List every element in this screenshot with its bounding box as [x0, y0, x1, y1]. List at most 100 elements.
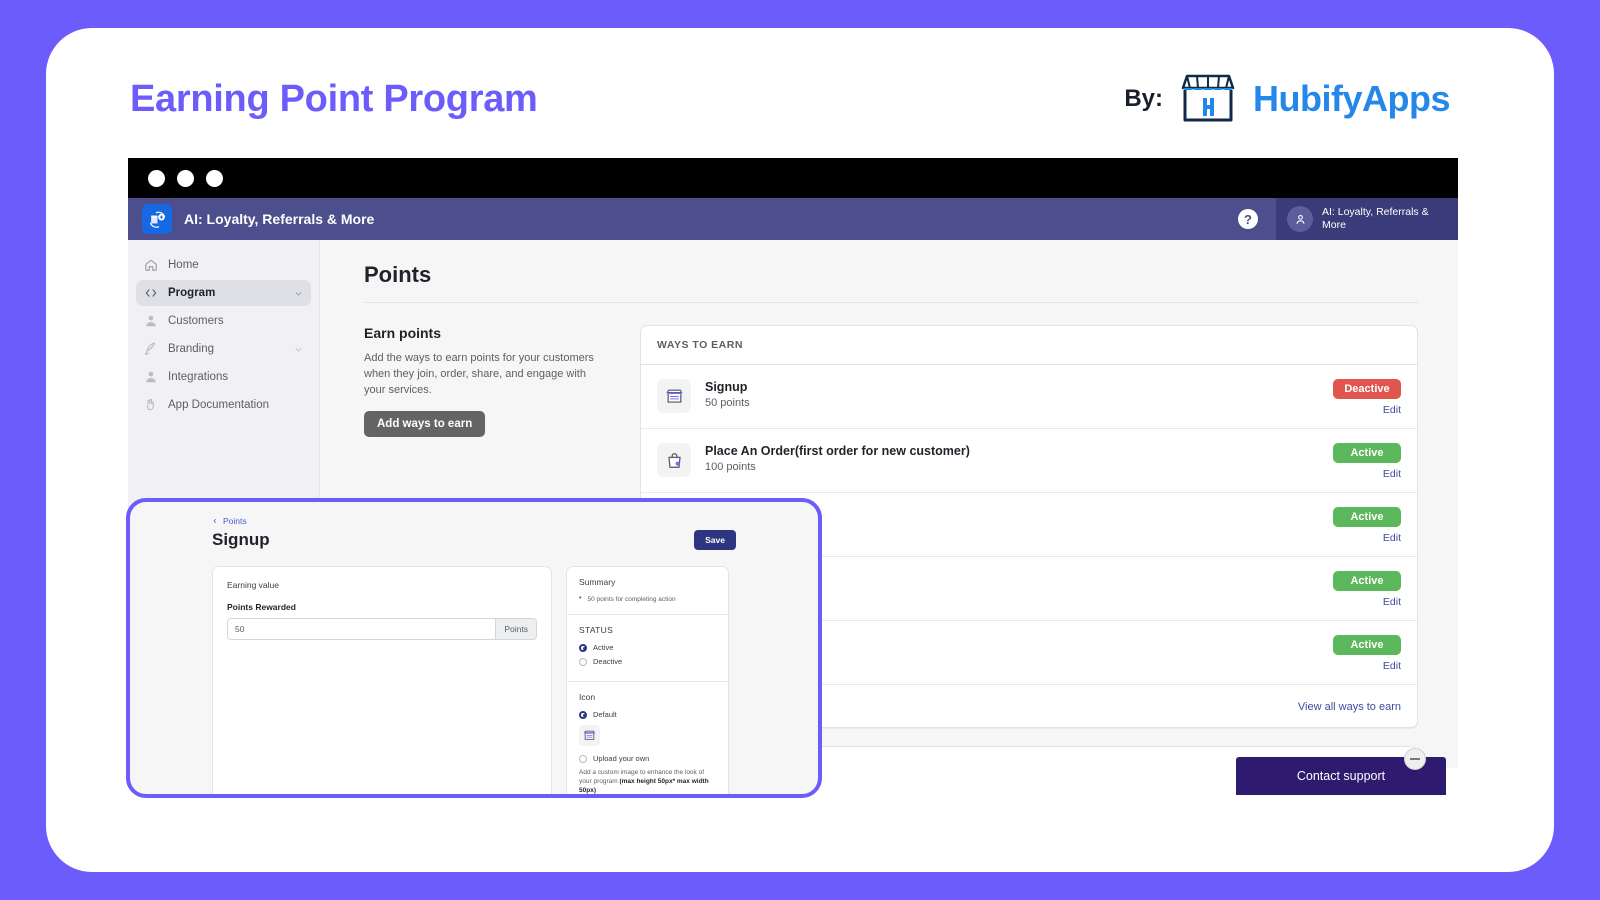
loyalty-app-icon	[142, 204, 172, 234]
help-icon[interactable]: ?	[1238, 209, 1258, 229]
save-button[interactable]: Save	[694, 530, 736, 550]
status-badge: Active	[1333, 443, 1401, 463]
icon-option-upload[interactable]: Upload your own	[579, 754, 716, 763]
status-badge: Deactive	[1333, 379, 1401, 399]
icon-section: Icon Default Upload your own Add a custo…	[567, 682, 728, 794]
status-option-active[interactable]: Active	[579, 643, 716, 652]
divider	[364, 302, 1418, 303]
points-rewarded-label: Points Rewarded	[227, 602, 296, 612]
summary-bullet-text: 50 points for completing action	[587, 596, 676, 603]
sidebar-item-app-documentation[interactable]: App Documentation	[136, 392, 311, 418]
window-minimize-dot[interactable]	[177, 169, 194, 187]
sidebar-item-label: Home	[168, 259, 199, 271]
back-to-points-link[interactable]: Points	[212, 516, 736, 526]
row-title: Signup	[705, 380, 748, 394]
sidebar-item-home[interactable]: Home	[136, 252, 311, 278]
rocket-icon	[144, 342, 156, 356]
sidebar-item-label: App Documentation	[168, 399, 270, 411]
ways-to-earn-header: WAYS TO EARN	[641, 326, 1417, 365]
chevron-left-icon	[213, 518, 217, 524]
sidebar-item-label: Integrations	[168, 371, 229, 383]
browser-titlebar	[128, 158, 1458, 198]
hand-icon	[146, 398, 154, 411]
page-title: Earning Point Program	[130, 77, 538, 120]
radio-icon	[579, 754, 587, 763]
earning-value-label: Earning value	[227, 580, 279, 590]
summary-title: Summary	[579, 577, 616, 587]
sidebar-item-label: Customers	[168, 315, 224, 327]
radio-icon	[579, 710, 587, 719]
banner: Earning Point Program By: HubifyApps	[130, 62, 1451, 136]
status-option-label: Active	[593, 643, 614, 652]
icon-option-default[interactable]: Default	[579, 710, 716, 719]
brand-by-label: By:	[1124, 85, 1163, 112]
window-maximize-dot[interactable]	[206, 169, 223, 187]
user-icon	[146, 371, 156, 383]
chevron-down-icon	[295, 347, 302, 352]
shopping-bag-icon	[657, 443, 691, 477]
chevron-down-icon	[295, 291, 302, 296]
sidebar-item-branding[interactable]: Branding	[136, 336, 311, 362]
brand-name: HubifyApps	[1253, 78, 1451, 119]
status-option-deactive[interactable]: Deactive	[579, 657, 716, 666]
content-title: Points	[364, 262, 432, 287]
page-root: Earning Point Program By: HubifyApps AI:…	[0, 0, 1600, 900]
edit-link[interactable]: Edit	[1321, 532, 1401, 544]
points-suffix: Points	[495, 619, 536, 639]
view-all-ways-to-earn-link[interactable]: View all ways to earn	[1298, 701, 1401, 713]
user-menu[interactable]: AI: Loyalty, Referrals & More	[1276, 198, 1458, 240]
home-icon	[145, 259, 157, 271]
storefront-icon	[657, 379, 691, 413]
minimize-icon[interactable]	[1404, 748, 1426, 770]
status-option-label: Deactive	[593, 657, 623, 666]
user-name: AI: Loyalty, Referrals & More	[1322, 206, 1429, 231]
earning-value-card: Earning value Points Rewarded Points	[212, 566, 552, 794]
sidebar-item-integrations[interactable]: Integrations	[136, 364, 311, 390]
radio-icon	[579, 643, 587, 652]
code-icon	[145, 289, 157, 297]
app-title: AI: Loyalty, Referrals & More	[184, 211, 375, 227]
points-rewarded-field[interactable]: Points	[227, 618, 537, 640]
signup-side-panel: Summary • 50 points for completing actio…	[566, 566, 729, 794]
icon-section-title: Icon	[579, 692, 596, 702]
row-points: 100 points	[705, 461, 756, 473]
sidebar-item-customers[interactable]: Customers	[136, 308, 311, 334]
status-section: STATUS Active Deactive	[567, 615, 728, 682]
edit-link[interactable]: Edit	[1321, 596, 1401, 608]
user-icon	[146, 315, 156, 327]
edit-link[interactable]: Edit	[1321, 660, 1401, 672]
storefront-logo-icon	[1181, 74, 1235, 122]
bullet-dot: •	[579, 595, 582, 602]
window-close-dot[interactable]	[148, 169, 165, 187]
app-topbar-right: ? AI: Loyalty, Referrals & More	[1238, 198, 1458, 240]
points-rewarded-input[interactable]	[228, 619, 496, 639]
radio-icon	[579, 657, 587, 666]
earn-points-heading: Earn points	[364, 325, 442, 341]
table-row[interactable]: Signup 50 points Deactive Edit	[641, 365, 1417, 429]
status-badge: Active	[1333, 507, 1401, 527]
brand-block: By: HubifyApps	[1124, 72, 1451, 126]
sidebar-item-program[interactable]: Program	[136, 280, 311, 306]
summary-section: Summary • 50 points for completing actio…	[567, 567, 728, 615]
default-icon-preview	[579, 725, 600, 746]
icon-upload-hint: Add a custom image to enhance the look o…	[579, 768, 716, 794]
status-badge: Active	[1333, 635, 1401, 655]
summary-bullet: • 50 points for completing action	[579, 595, 716, 604]
earn-points-description: Add the ways to earn points for your cus…	[364, 352, 594, 396]
avatar	[1287, 206, 1313, 232]
add-ways-to-earn-button[interactable]: Add ways to earn	[364, 411, 486, 437]
row-points: 50 points	[705, 397, 750, 409]
icon-option-label: Default	[593, 710, 617, 719]
status-badge: Active	[1333, 571, 1401, 591]
status-title: STATUS	[579, 625, 614, 635]
signup-title: Signup	[212, 530, 270, 549]
table-row[interactable]: Place An Order(first order for new custo…	[641, 429, 1417, 493]
edit-link[interactable]: Edit	[1321, 404, 1401, 416]
app-brand: AI: Loyalty, Referrals & More	[128, 204, 374, 234]
signup-detail-overlay: Points Signup Save Earning value Points …	[126, 498, 822, 798]
row-title: Place An Order(first order for new custo…	[705, 444, 970, 458]
icon-option-label: Upload your own	[593, 754, 650, 763]
back-link-label: Points	[223, 516, 247, 526]
edit-link[interactable]: Edit	[1321, 468, 1401, 480]
app-topbar: AI: Loyalty, Referrals & More ? AI: Loya…	[128, 198, 1458, 240]
